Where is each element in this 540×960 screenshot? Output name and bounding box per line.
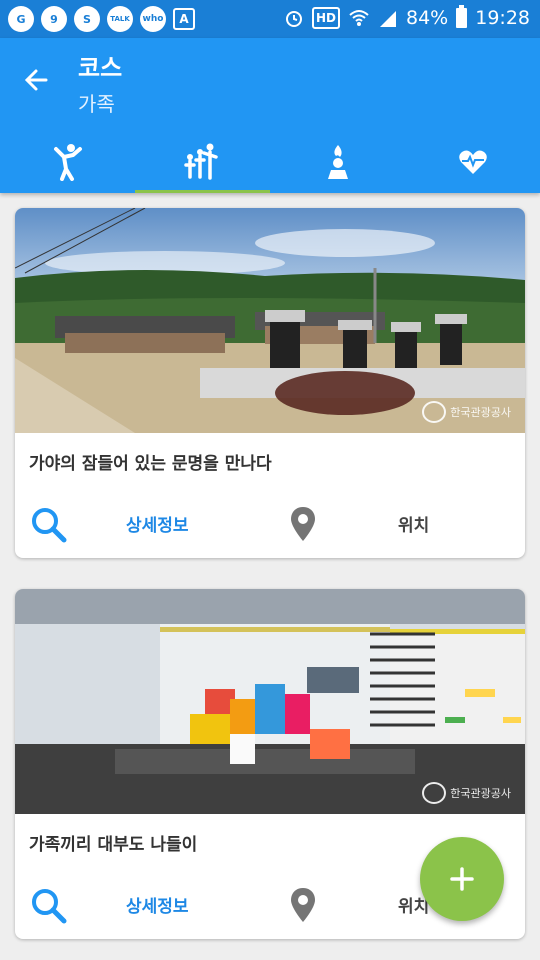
battery-icon xyxy=(456,5,468,28)
hd-badge: HD xyxy=(311,7,340,29)
kto-logo-icon xyxy=(422,401,447,423)
g-icon: G xyxy=(8,6,34,32)
fire-statue-icon xyxy=(327,144,348,179)
watermark-text: 한국관광공사 xyxy=(450,406,511,419)
tab-culture[interactable] xyxy=(270,130,405,193)
clock: 19:28 xyxy=(475,7,530,29)
call-icon: who xyxy=(140,6,166,32)
app-bar: 코스 가족 xyxy=(0,38,540,193)
tab-health[interactable] xyxy=(405,130,540,193)
battery-percent: 84% xyxy=(406,7,449,29)
watermark: 한국관광공사 xyxy=(422,401,511,423)
back-button[interactable] xyxy=(18,60,58,100)
search-icon[interactable] xyxy=(29,886,69,926)
location-pin-icon[interactable] xyxy=(289,505,317,543)
status-bar: G 9 S TALK who A HD 84% 19:28 xyxy=(0,0,540,38)
family-icon xyxy=(183,143,218,180)
tab-bar xyxy=(0,130,540,193)
a-icon: A xyxy=(173,8,195,30)
course-card[interactable]: 한국관광공사 가야의 잠들어 있는 문명을 만나다 상세정보 위치 xyxy=(15,208,525,558)
add-fab-button[interactable] xyxy=(420,837,504,921)
tab-solo[interactable] xyxy=(0,130,135,193)
person-icon xyxy=(53,143,82,181)
page-subtitle: 가족 xyxy=(78,92,115,116)
wifi-icon xyxy=(349,10,369,26)
arrow-back-icon xyxy=(24,69,48,91)
location-button[interactable]: 위치 xyxy=(398,511,429,536)
course-title: 가족끼리 대부도 나들이 xyxy=(29,835,198,855)
signal-icon xyxy=(380,11,396,27)
heartbeat-icon xyxy=(458,150,487,174)
village-photo xyxy=(15,208,525,433)
talk-icon: TALK xyxy=(107,6,133,32)
watermark-text: 한국관광공사 xyxy=(450,787,511,800)
card-actions: 상세정보 위치 xyxy=(15,491,525,551)
9-icon: 9 xyxy=(41,6,67,32)
notification-icons: G 9 S TALK who A xyxy=(8,6,195,32)
kto-logo-icon xyxy=(422,782,447,804)
course-photo[interactable]: 한국관광공사 xyxy=(15,208,525,433)
alarm-icon xyxy=(285,11,302,27)
tab-family[interactable] xyxy=(135,130,270,193)
plus-icon xyxy=(450,867,474,891)
course-title: 가야의 잠들어 있는 문명을 만나다 xyxy=(29,454,272,474)
location-pin-icon[interactable] xyxy=(289,886,317,924)
sync-icon: S xyxy=(74,6,100,32)
exhibition-photo xyxy=(15,589,525,814)
detail-button[interactable]: 상세정보 xyxy=(126,511,189,536)
course-photo[interactable]: 한국관광공사 xyxy=(15,589,525,814)
detail-button[interactable]: 상세정보 xyxy=(126,892,189,917)
page-title: 코스 xyxy=(78,54,123,82)
search-icon[interactable] xyxy=(29,505,69,545)
watermark: 한국관광공사 xyxy=(422,782,511,804)
